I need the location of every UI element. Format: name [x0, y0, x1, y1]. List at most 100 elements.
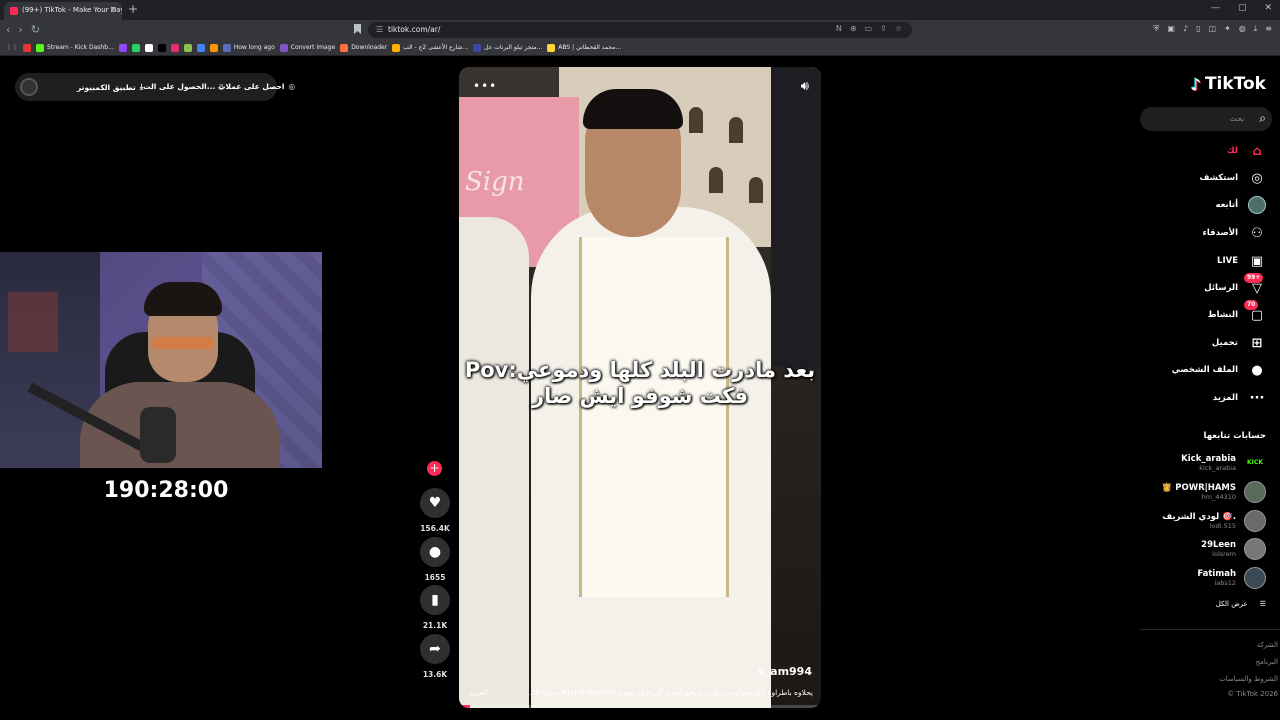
tiktok-brand-text: TikTok: [1204, 74, 1266, 94]
description-more-link[interactable]: المزيد: [469, 688, 488, 697]
video-author-username[interactable]: s_am994: [758, 665, 812, 678]
minimize-icon[interactable]: —: [1211, 3, 1220, 13]
following-account[interactable]: لودي الشريف 🎯. lodi.515: [1162, 510, 1266, 532]
bookmark-item[interactable]: [209, 43, 218, 52]
footer-link[interactable]: الشروط والسياسات: [1219, 675, 1278, 683]
building-window: [689, 107, 703, 133]
reload-icon[interactable]: ↻: [31, 23, 40, 36]
tab-title: (99+) TikTok - Make Your Day: [22, 6, 122, 14]
bookmark-item[interactable]: Downloader: [340, 43, 387, 52]
sidebar-item-live[interactable]: LIVE ▣: [1217, 250, 1266, 272]
get-coins-button[interactable]: احصل على عملات ◎: [218, 82, 295, 91]
volume-icon[interactable]: 🔊︎: [801, 79, 809, 94]
bookmark-favicon-icon: [131, 43, 140, 52]
bookmark-label: متجر تيلو البرنات عل...: [484, 44, 543, 51]
apps-icon[interactable]: ⋮⋮: [6, 44, 18, 51]
wallet-icon[interactable]: ◫: [1209, 24, 1217, 34]
bookmark-item[interactable]: [118, 43, 127, 52]
upload-icon: ⊞: [1251, 335, 1263, 351]
bookmark-star-icon[interactable]: ☆: [895, 24, 902, 33]
footer-link[interactable]: الشركة: [1257, 641, 1278, 649]
video-more-options-icon[interactable]: •••: [473, 79, 497, 93]
bookmark-item[interactable]: Stream - Kick Dashb...: [36, 43, 114, 52]
sidebar-item-upload[interactable]: تحميل ⊞: [1212, 332, 1266, 354]
sidebar-item-profile[interactable]: الملف الشخصي ●: [1172, 359, 1266, 381]
save-button[interactable]: ▮ 21.1K: [420, 585, 450, 630]
bookmark-favicon-icon: [279, 43, 288, 52]
account-avatar: [1244, 481, 1266, 503]
bookmark-item[interactable]: [23, 43, 31, 52]
browser-tab[interactable]: (99+) TikTok - Make Your Day ×: [4, 2, 122, 20]
bookmark-item[interactable]: متجر تيلو البرنات عل...: [473, 43, 543, 52]
sidebar-item-home[interactable]: لك ⌂: [1227, 140, 1266, 162]
share-button[interactable]: ➦ 13.6K: [420, 634, 450, 679]
account-handle: hm_44310: [1201, 493, 1236, 501]
sidebar-item-activity[interactable]: النشاط ▢ 70: [1208, 300, 1266, 326]
zoom-icon[interactable]: ⊕: [850, 24, 857, 33]
search-icon[interactable]: ⌕: [1259, 111, 1266, 126]
site-info-icon[interactable]: ☰: [376, 25, 383, 34]
back-icon[interactable]: ‹: [6, 23, 10, 36]
bookmark-favicon-icon: [36, 43, 44, 52]
address-bar[interactable]: ☰ tiktok.com/ar/ N ⊕ ▭ ⇪ ☆: [368, 22, 912, 38]
new-tab-button[interactable]: +: [128, 2, 138, 16]
live-icon: ▣: [1250, 253, 1264, 269]
following-account[interactable]: Kick_arabia kick_arabia KICK: [1181, 452, 1266, 474]
sidebar-item-following-avatar[interactable]: أتابعه: [1216, 194, 1266, 216]
bookmark-item[interactable]: Convert Image: [279, 43, 335, 52]
tiktok-logo[interactable]: ♪ TikTok: [1191, 74, 1266, 94]
menu-icon[interactable]: ≡: [1265, 24, 1272, 34]
bookmark-item[interactable]: شارع الأعشى 2ج - الب...: [392, 43, 469, 52]
following-account[interactable]: 29Leen lolsrem: [1201, 538, 1266, 560]
translate-icon[interactable]: N: [836, 24, 842, 33]
bookmark-item[interactable]: How long ago: [222, 43, 275, 52]
video-player[interactable]: Sign ••• 🔊︎ بعد مادرت البلد كلها ودموعي:…: [459, 67, 821, 708]
bookmark-item[interactable]: [144, 43, 153, 52]
maximize-icon[interactable]: ▢: [1238, 3, 1247, 13]
following-account[interactable]: 👸 POWR|HAMS hm_44310: [1162, 481, 1266, 503]
bookmark-label: شارع الأعشى 2ج - الب...: [403, 44, 469, 51]
music-icon[interactable]: ♪: [1183, 24, 1188, 34]
bookmark-item[interactable]: [157, 43, 166, 52]
cast-icon[interactable]: ▭: [865, 24, 873, 33]
user-avatar[interactable]: [20, 78, 38, 96]
sidebar-item-more[interactable]: المزيد ···: [1213, 387, 1266, 409]
bookmark-item[interactable]: ABS | محمد القحطاني...: [547, 43, 621, 52]
following-account[interactable]: Fatimah iabs12: [1197, 567, 1266, 589]
vpn-icon[interactable]: ◍: [1239, 24, 1246, 34]
bookmark-icon[interactable]: [354, 24, 361, 34]
account-names: 29Leen lolsrem: [1201, 540, 1236, 558]
close-window-icon[interactable]: ✕: [1264, 3, 1272, 13]
bookmark-item[interactable]: [131, 43, 140, 52]
leo-icon[interactable]: ✦: [1224, 24, 1231, 34]
video-progress-bar[interactable]: [459, 705, 821, 708]
sidebar-item-friends[interactable]: الأصدقاء ⚇: [1203, 222, 1266, 244]
account-names: 👸 POWR|HAMS hm_44310: [1162, 483, 1236, 501]
download-icon[interactable]: ⤓: [1254, 24, 1258, 34]
list-icon: ☰: [1259, 600, 1266, 608]
brave-shield-icon[interactable]: ⛨: [1153, 24, 1159, 34]
sidebar-item-compass[interactable]: استكشف ◎: [1200, 167, 1266, 189]
forward-icon[interactable]: ›: [18, 23, 22, 36]
bookmark-item[interactable]: [196, 43, 205, 52]
comment-button[interactable]: ● 1655: [420, 537, 450, 582]
like-button[interactable]: ♥ 156.4K: [420, 488, 450, 533]
bookmark-item[interactable]: [183, 43, 192, 52]
video-description: يحلاوه باطراوه الله بحراه حي بابت شوفو ا…: [469, 688, 813, 697]
sidebar-item-messages[interactable]: الرسائل ▽ 99+: [1204, 273, 1266, 299]
follow-plus-button[interactable]: +: [427, 461, 442, 476]
close-tab-icon[interactable]: ×: [109, 5, 117, 15]
desktop-app-button[interactable]: تطبيق الكمبيوتر ⤓: [77, 82, 143, 92]
search-input[interactable]: بحث ⌕: [1140, 107, 1272, 131]
get-app-button[interactable]: الحصول على الت... ▯: [143, 82, 223, 91]
sidebar-item-label: المزيد: [1212, 393, 1238, 403]
bookmark-item[interactable]: [170, 43, 179, 52]
see-all-button[interactable]: عرض الكل ☰: [1216, 600, 1266, 608]
browser-toolbar: ‹ › ↻ ☰ tiktok.com/ar/ N ⊕ ▭ ⇪ ☆ ⛨ ▣ ♪ ▯…: [0, 20, 1280, 40]
video-man-bisht: [579, 237, 729, 597]
bookmark-favicon-icon: [209, 43, 218, 52]
extension-icon[interactable]: ▣: [1167, 24, 1175, 34]
share-icon[interactable]: ⇪: [880, 24, 887, 33]
sidebar-icon[interactable]: ▯: [1196, 24, 1200, 34]
footer-link[interactable]: البرنامج: [1256, 658, 1278, 666]
